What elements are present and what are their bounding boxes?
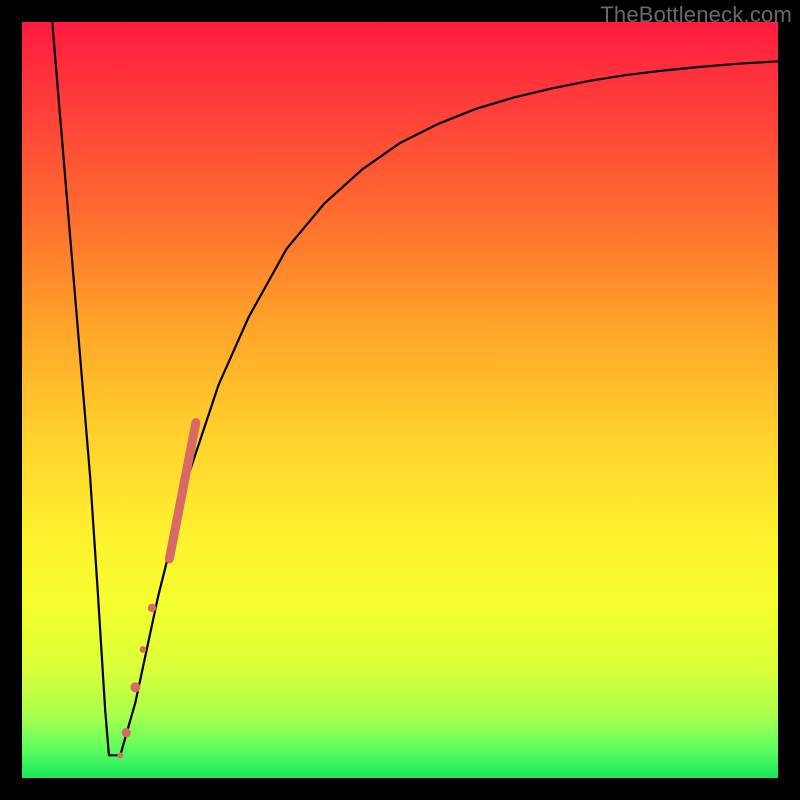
- dot-a: [148, 604, 156, 612]
- cluster-main: [169, 423, 195, 559]
- watermark-text: TheBottleneck.com: [600, 2, 792, 28]
- plot-area: [22, 22, 778, 778]
- dot-c: [130, 682, 140, 692]
- dot-b: [140, 646, 147, 653]
- chart-svg: [22, 22, 778, 778]
- marker-layer: [117, 423, 196, 759]
- dot-d: [122, 728, 131, 737]
- chart-frame: TheBottleneck.com: [0, 0, 800, 800]
- bottleneck-curve: [52, 22, 778, 755]
- dot-e: [117, 752, 123, 758]
